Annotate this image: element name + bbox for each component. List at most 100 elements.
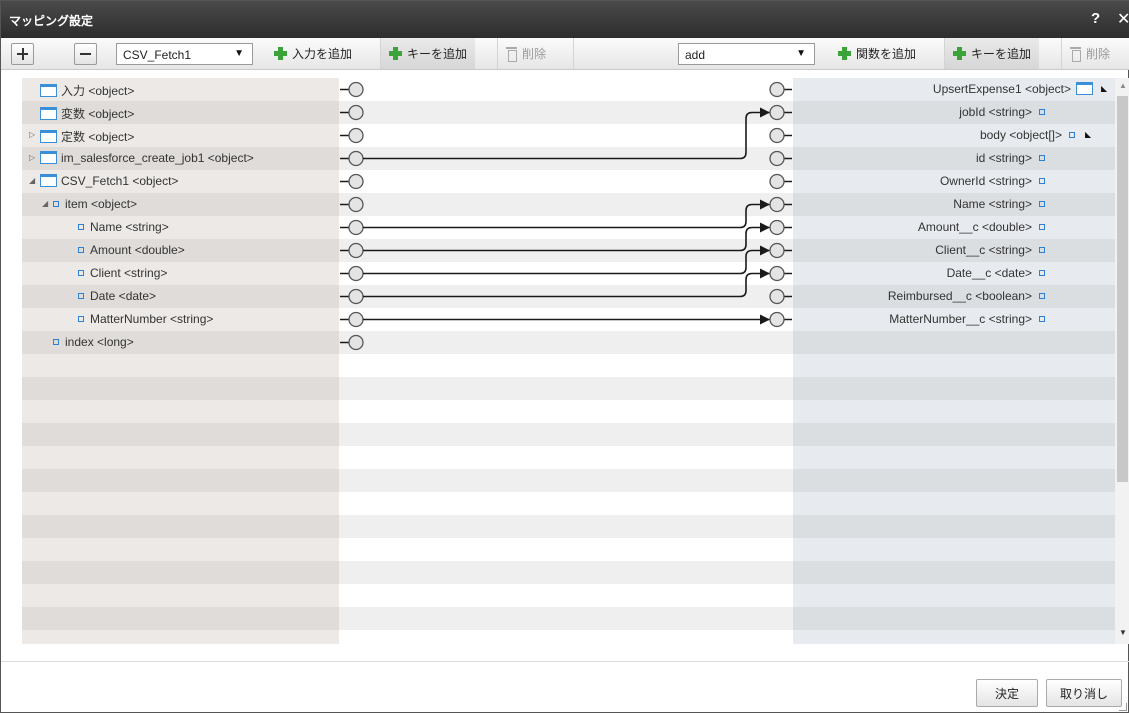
minus-icon	[80, 53, 91, 55]
source-tree-row[interactable]: 変数 <object>	[22, 101, 339, 124]
panel-row	[339, 147, 793, 170]
source-field-text: index <long>	[65, 335, 134, 349]
target-tree-row[interactable]: id <string>	[793, 147, 1115, 170]
target-field-text: UpsertExpense1 <object>	[932, 82, 1071, 96]
title-bar: マッピング設定 ? ✕	[1, 1, 1129, 38]
add-function-button[interactable]: 関数を追加	[830, 38, 924, 69]
source-tree-label: Amount <double>	[78, 243, 185, 257]
source-field-text: item <object>	[65, 197, 138, 211]
target-tree-row[interactable]: Reimbursed__c <boolean>	[793, 285, 1115, 308]
panel-row	[339, 561, 793, 584]
expanded-triangle-icon[interactable]: ◣	[1101, 84, 1107, 93]
help-icon[interactable]: ?	[1091, 10, 1100, 27]
field-icon	[1039, 178, 1045, 184]
target-tree-row[interactable]: Amount__c <double>	[793, 216, 1115, 239]
panel-row	[22, 630, 339, 644]
add-key-right-button[interactable]: キーを追加	[944, 38, 1040, 69]
target-tree-row[interactable]: Date__c <date>	[793, 262, 1115, 285]
target-tree-row[interactable]: Name <string>	[793, 193, 1115, 216]
object-icon	[40, 174, 57, 187]
scroll-up-icon[interactable]: ▲	[1119, 81, 1127, 90]
target-tree-row[interactable]: body <object[]> ◣	[793, 124, 1115, 147]
target-field-text: MatterNumber__c <string>	[889, 312, 1032, 326]
cancel-button[interactable]: 取り消し	[1046, 679, 1122, 707]
panel-row	[793, 377, 1115, 400]
panel-row	[339, 262, 793, 285]
source-tree-row[interactable]: Client <string>	[22, 262, 339, 285]
panel-row	[339, 492, 793, 515]
panel-row	[339, 630, 793, 644]
target-tree-row[interactable]: jobId <string>	[793, 101, 1115, 124]
field-icon	[1039, 293, 1045, 299]
source-tree-row[interactable]: MatterNumber <string>	[22, 308, 339, 331]
field-icon	[1039, 270, 1045, 276]
panel-row	[339, 216, 793, 239]
collapsed-triangle-icon[interactable]: ▷	[29, 130, 35, 139]
field-icon	[1039, 109, 1045, 115]
expand-all-button[interactable]	[11, 43, 34, 65]
target-tree-row[interactable]: Client__c <string>	[793, 239, 1115, 262]
panel-row	[793, 630, 1115, 644]
target-tree-row[interactable]: OwnerId <string>	[793, 170, 1115, 193]
trash-icon	[506, 47, 517, 62]
vertical-scrollbar[interactable]: ▲ ▼	[1115, 78, 1129, 644]
panel-row	[339, 193, 793, 216]
target-tree-row[interactable]: UpsertExpense1 <object> ◣	[793, 78, 1115, 101]
target-tree-label: UpsertExpense1 <object>	[933, 82, 1093, 96]
source-tree-row[interactable]: ◢ CSV_Fetch1 <object>	[22, 170, 339, 193]
source-tree-row[interactable]: Amount <double>	[22, 239, 339, 262]
expanded-triangle-icon[interactable]: ◣	[1085, 130, 1091, 139]
source-tree-row[interactable]: ◢ item <object>	[22, 193, 339, 216]
add-key-left-button[interactable]: キーを追加	[380, 38, 476, 69]
target-field-text: Name <string>	[953, 197, 1032, 211]
panel-row	[339, 354, 793, 377]
source-tree-row[interactable]: ▷ 定数 <object>	[22, 124, 339, 147]
source-tree-row[interactable]: ▷ im_salesforce_create_job1 <object>	[22, 147, 339, 170]
resize-grip-icon[interactable]	[1119, 703, 1127, 711]
expanded-triangle-icon[interactable]: ◢	[29, 176, 35, 185]
function-select[interactable]: add ▼	[678, 43, 815, 65]
target-tree-label: id <string>	[976, 151, 1045, 165]
target-tree-label: Amount__c <double>	[918, 220, 1045, 234]
panel-row	[339, 78, 793, 101]
panel-row	[793, 400, 1115, 423]
panel-row	[339, 538, 793, 561]
source-tree-label: index <long>	[53, 335, 134, 349]
source-tree-row[interactable]: Date <date>	[22, 285, 339, 308]
target-field-text: OwnerId <string>	[939, 174, 1032, 188]
scroll-down-icon[interactable]: ▼	[1119, 628, 1127, 637]
field-icon	[78, 316, 84, 322]
field-icon	[1039, 155, 1045, 161]
add-input-button[interactable]: 入力を追加	[266, 38, 360, 69]
collapsed-triangle-icon[interactable]: ▷	[29, 153, 35, 162]
panel-row	[339, 400, 793, 423]
scrollbar-thumb[interactable]	[1117, 96, 1128, 482]
source-field-text: Amount <double>	[90, 243, 185, 257]
add-function-label: 関数を追加	[856, 47, 917, 61]
ok-button[interactable]: 決定	[976, 679, 1038, 707]
panel-row	[339, 423, 793, 446]
source-tree-row[interactable]: 入力 <object>	[22, 78, 339, 101]
delete-right-button[interactable]: 削除	[1061, 38, 1118, 69]
panel-row	[339, 308, 793, 331]
source-field-text: Client <string>	[90, 266, 168, 280]
field-icon	[78, 270, 84, 276]
delete-left-button[interactable]: 削除	[497, 38, 554, 69]
target-tree-label: body <object[]>	[980, 128, 1075, 142]
source-field-text: Name <string>	[90, 220, 169, 234]
collapse-all-button[interactable]	[74, 43, 97, 65]
source-select[interactable]: CSV_Fetch1 ▼	[116, 43, 253, 65]
expanded-triangle-icon[interactable]: ◢	[42, 199, 48, 208]
source-tree-label: 定数 <object>	[40, 128, 134, 145]
panel-row	[339, 607, 793, 630]
source-tree-label: 変数 <object>	[40, 105, 134, 122]
plus-icon	[838, 47, 851, 60]
trash-icon	[1070, 47, 1081, 62]
source-tree-row[interactable]: Name <string>	[22, 216, 339, 239]
target-tree-row[interactable]: MatterNumber__c <string>	[793, 308, 1115, 331]
source-field-text: Date <date>	[90, 289, 157, 303]
source-tree-row[interactable]: index <long>	[22, 331, 339, 354]
close-icon[interactable]: ✕	[1117, 9, 1129, 29]
dropdown-arrow-icon: ▼	[234, 48, 244, 59]
panel-row	[793, 354, 1115, 377]
